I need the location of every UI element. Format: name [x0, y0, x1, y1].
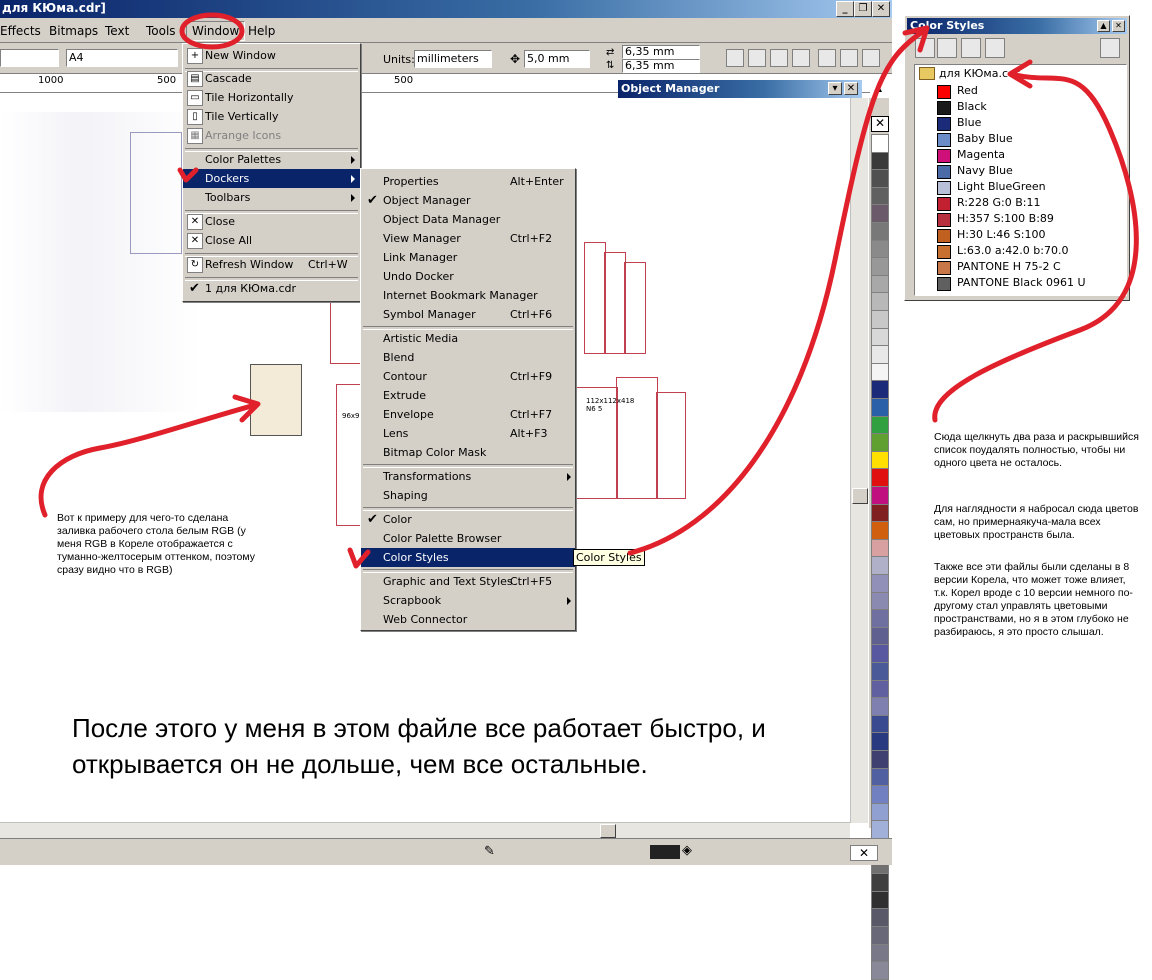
annotation-circle	[179, 12, 245, 50]
palette-swatch[interactable]	[871, 943, 889, 963]
annotation-check-colorstyles	[347, 547, 371, 569]
palette-swatch[interactable]	[871, 926, 889, 945]
annotation-overlay	[38, 12, 1139, 569]
palette-swatch[interactable]	[871, 890, 889, 910]
annotation-arrow-folder	[932, 72, 1139, 423]
palette-swatch[interactable]	[871, 908, 889, 928]
annotation-check-dockers	[177, 167, 199, 183]
palette-swatch[interactable]	[871, 961, 889, 980]
annotation-arrow-left	[38, 402, 258, 518]
annotation-arrow-to-docker	[627, 27, 928, 556]
palette-swatch[interactable]	[871, 873, 889, 893]
